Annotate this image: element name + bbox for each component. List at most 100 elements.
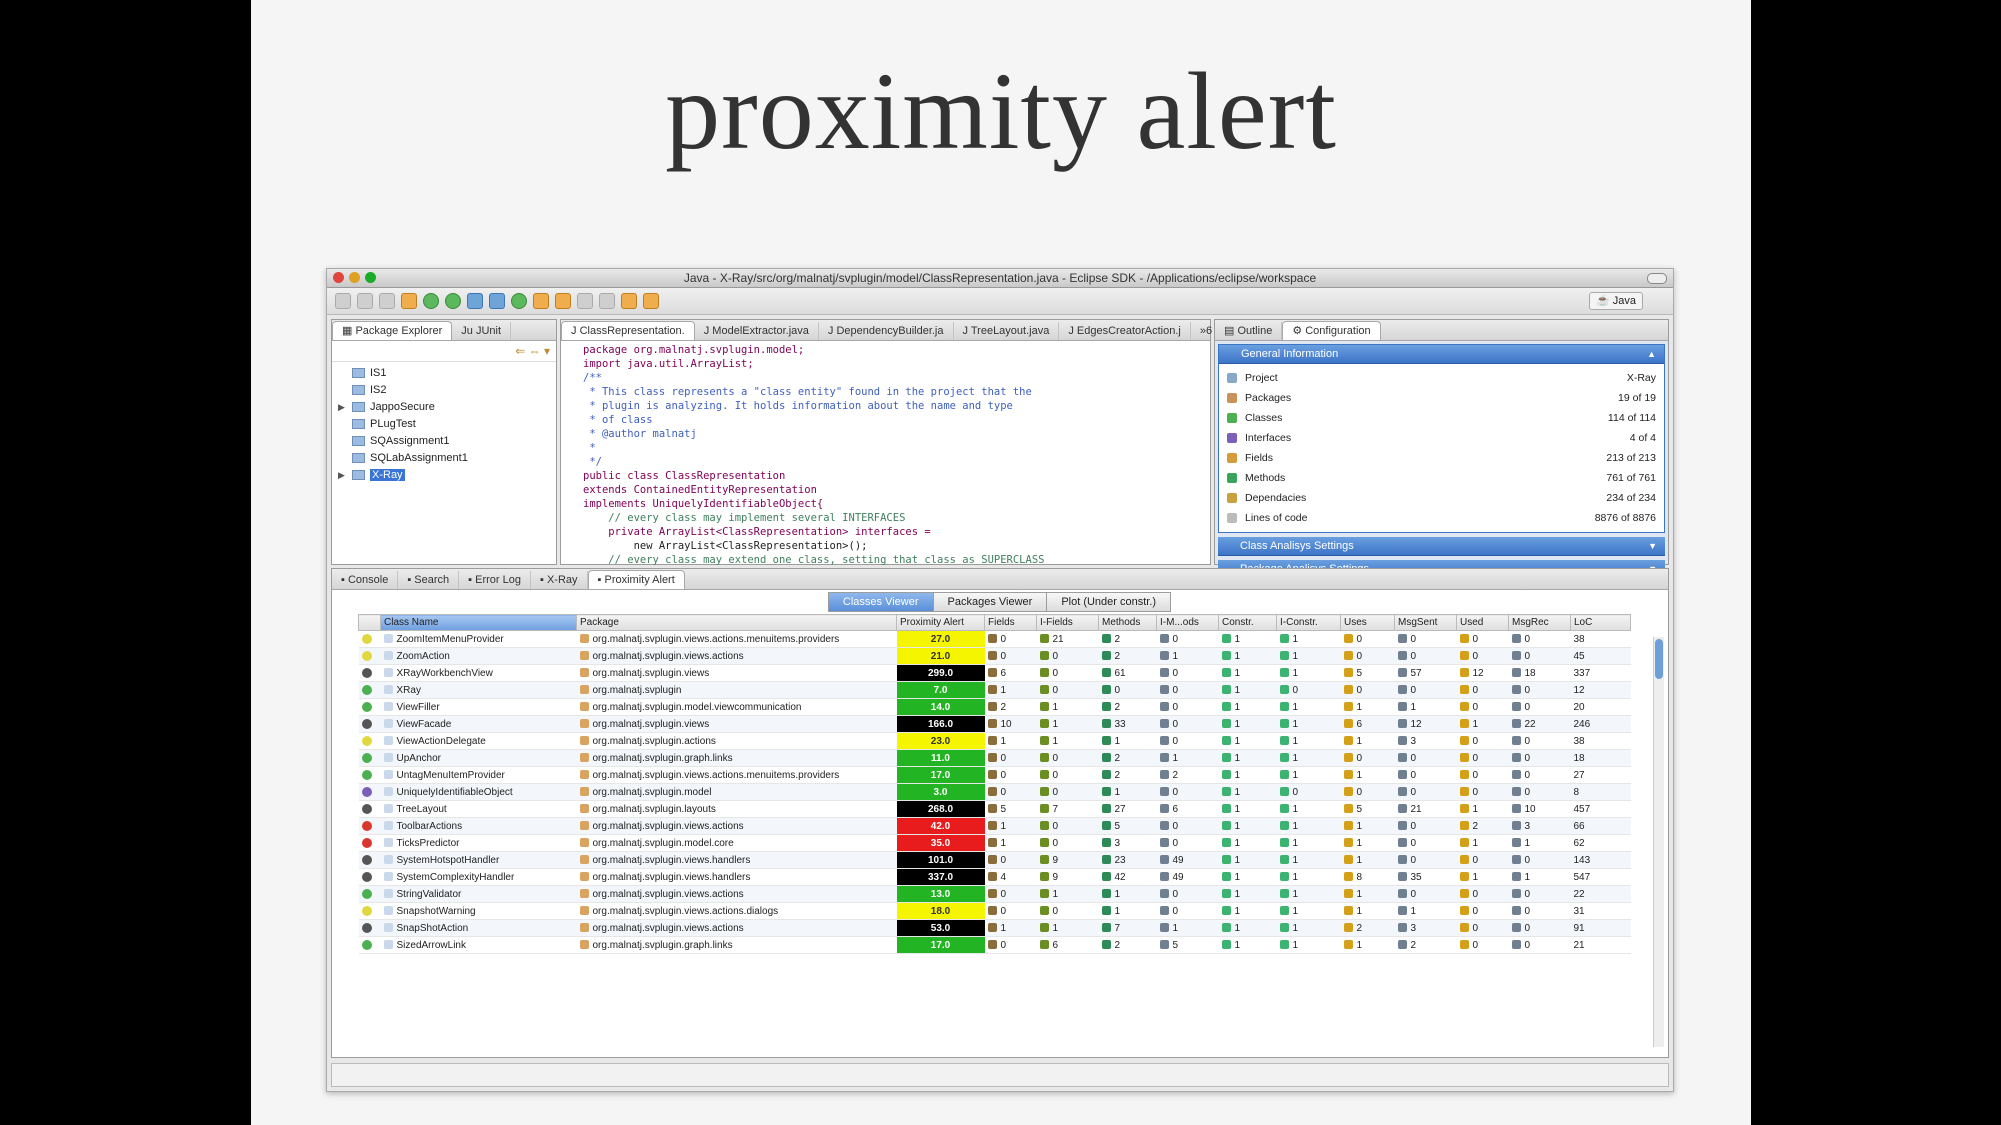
table-row[interactable]: SizedArrowLink org.malnatj.svplugin.graph… [358,936,1631,954]
column-header[interactable]: MsgRec [1508,614,1571,631]
editor-tab[interactable]: J TreeLayout.java [954,322,1060,340]
save-icon[interactable] [357,293,373,309]
new-java-project-icon[interactable] [467,293,483,309]
tree-item[interactable]: ▶ X-Ray [332,467,556,484]
column-header[interactable]: Used [1456,614,1509,631]
column-header[interactable]: Uses [1340,614,1395,631]
table-row[interactable]: SnapShotAction org.malnatj.svplugin.views… [358,919,1631,937]
tab-package-explorer[interactable]: ▦ Package Explorer [332,321,453,340]
column-header[interactable]: Class Name [380,614,577,631]
table-row[interactable]: ViewActionDelegate org.malnatj.svplugin.a… [358,732,1631,750]
table-row[interactable]: StringValidator org.malnatj.svplugin.view… [358,885,1631,903]
viewer-tab[interactable]: Packages Viewer [932,592,1048,612]
column-header[interactable]: I-M...ods [1156,614,1219,631]
column-header[interactable]: Package [576,614,897,631]
column-header[interactable]: I-Fields [1036,614,1099,631]
table-row[interactable]: ViewFacade org.malnatj.svplugin.views 166.… [358,715,1631,733]
new-icon[interactable] [335,293,351,309]
column-header[interactable]: I-Constr. [1276,614,1341,631]
column-header[interactable]: Methods [1098,614,1157,631]
package-icon [579,923,589,933]
debug-icon[interactable] [401,293,417,309]
close-window-icon[interactable] [333,272,344,283]
table-row[interactable]: TicksPredictor org.malnatj.svplugin.model… [358,834,1631,852]
expand-arrow-icon[interactable]: ▶ [338,399,345,416]
table-row[interactable]: UniquelyIdentifiableObject org.malnatj.sv… [358,783,1631,801]
table-row[interactable]: SystemComplexityHandler org.malnatj.svplu… [358,868,1631,886]
table-row[interactable]: TreeLayout org.malnatj.svplugin.layouts 26… [358,800,1631,818]
table-row[interactable]: SnapshotWarning org.malnatj.svplugin.view… [358,902,1631,920]
minimize-window-icon[interactable] [349,272,360,283]
view-menu-icon[interactable]: ▾ [544,344,550,358]
table-row[interactable]: ToolbarActions org.malnatj.svplugin.views… [358,817,1631,835]
metric-cell: 0 [1394,851,1457,869]
column-header[interactable]: Fields [984,614,1037,631]
perspective-switcher[interactable]: ☕ Java [1588,292,1643,310]
back-icon[interactable] [621,293,637,309]
scrollbar-thumb[interactable] [1655,639,1663,679]
viewer-tab[interactable]: Classes Viewer [827,592,934,612]
next-annotation-icon[interactable] [577,293,593,309]
column-header[interactable]: MsgSent [1394,614,1457,631]
table-row[interactable]: UpAnchor org.malnatj.svplugin.graph.links… [358,749,1631,767]
column-header[interactable]: Proximity Alert [896,614,985,631]
search-icon[interactable] [555,293,571,309]
bottom-tab[interactable]: ▪ X-Ray [531,571,588,589]
package-icon [579,889,589,899]
run-icon[interactable] [423,293,439,309]
tab-junit[interactable]: Ju JUnit [452,322,512,340]
metric-cell: 18 [1508,664,1571,682]
toolbar-toggle-icon[interactable] [1647,273,1667,284]
tab-outline[interactable]: ▤ Outline [1215,322,1283,340]
info-key: Packages [1245,392,1292,404]
tree-item[interactable]: SQAssignment1 [332,433,556,450]
table-row[interactable]: ViewFiller org.malnatj.svplugin.model.vie… [358,698,1631,716]
tree-item[interactable]: IS1 [332,365,556,382]
editor-tab[interactable]: J ModelExtractor.java [695,322,819,340]
forward-icon[interactable] [643,293,659,309]
settings-section-header[interactable]: Class Analisys Settings ▼ [1218,537,1665,556]
link-with-editor-icon[interactable]: ⇔ [529,344,544,358]
metric-icon [1101,940,1111,950]
bottom-tab[interactable]: ▪ Console [332,571,399,589]
metric-icon [1343,685,1353,695]
expand-arrow-icon[interactable]: ▶ [338,467,345,484]
metric-icon [1221,668,1231,678]
tree-item[interactable]: SQLabAssignment1 [332,450,556,467]
bottom-tab[interactable]: ▪ Search [398,571,460,589]
tab-configuration[interactable]: ⚙ Configuration [1282,321,1381,340]
column-header[interactable]: LoC [1570,614,1631,631]
open-type-icon[interactable] [533,293,549,309]
code-line: import java.util.ArrayList; [583,358,754,370]
table-row[interactable]: UntagMenuItemProvider org.malnatj.svplugi… [358,766,1631,784]
metric-icon [1039,668,1049,678]
bottom-tab[interactable]: ▪ Error Log [459,571,531,589]
metric-icon [1039,770,1049,780]
previous-annotation-icon[interactable] [599,293,615,309]
table-row[interactable]: ZoomItemMenuProvider org.malnatj.svplugin… [358,630,1631,648]
bottom-tab[interactable]: ▪ Proximity Alert [587,570,685,589]
general-information-header[interactable]: General Information ▲ [1219,345,1664,364]
column-header[interactable]: Constr. [1218,614,1277,631]
table-row[interactable]: XRayWorkbenchView org.malnatj.svplugin.vi… [358,664,1631,682]
collapse-all-icon[interactable]: ⇐ [515,344,528,358]
editor-tab[interactable]: J ClassRepresentation. [561,321,695,340]
package-icon [579,668,589,678]
editor-tab[interactable]: J EdgesCreatorAction.j [1059,322,1191,340]
package-icon [579,855,589,865]
tree-item[interactable]: ▶ JappoSecure [332,399,556,416]
new-package-icon[interactable] [489,293,505,309]
tree-item[interactable]: PLugTest [332,416,556,433]
table-row[interactable]: SystemHotspotHandler org.malnatj.svplugin… [358,851,1631,869]
table-scrollbar[interactable] [1653,637,1664,1047]
viewer-tab[interactable]: Plot (Under constr.) [1046,592,1172,612]
table-row[interactable]: XRay org.malnatj.svplugin 7.0 1 0 0 0 1 0 0 0 0 0 12 [358,681,1631,699]
table-row[interactable]: ZoomAction org.malnatj.svplugin.views.act… [358,647,1631,665]
code-editor[interactable]: package org.malnatj.svplugin.model; impor… [561,341,1210,581]
tree-item[interactable]: IS2 [332,382,556,399]
zoom-window-icon[interactable] [365,272,376,283]
print-icon[interactable] [379,293,395,309]
external-tools-icon[interactable] [445,293,461,309]
new-class-icon[interactable] [511,293,527,309]
editor-tab[interactable]: J DependencyBuilder.ja [819,322,954,340]
